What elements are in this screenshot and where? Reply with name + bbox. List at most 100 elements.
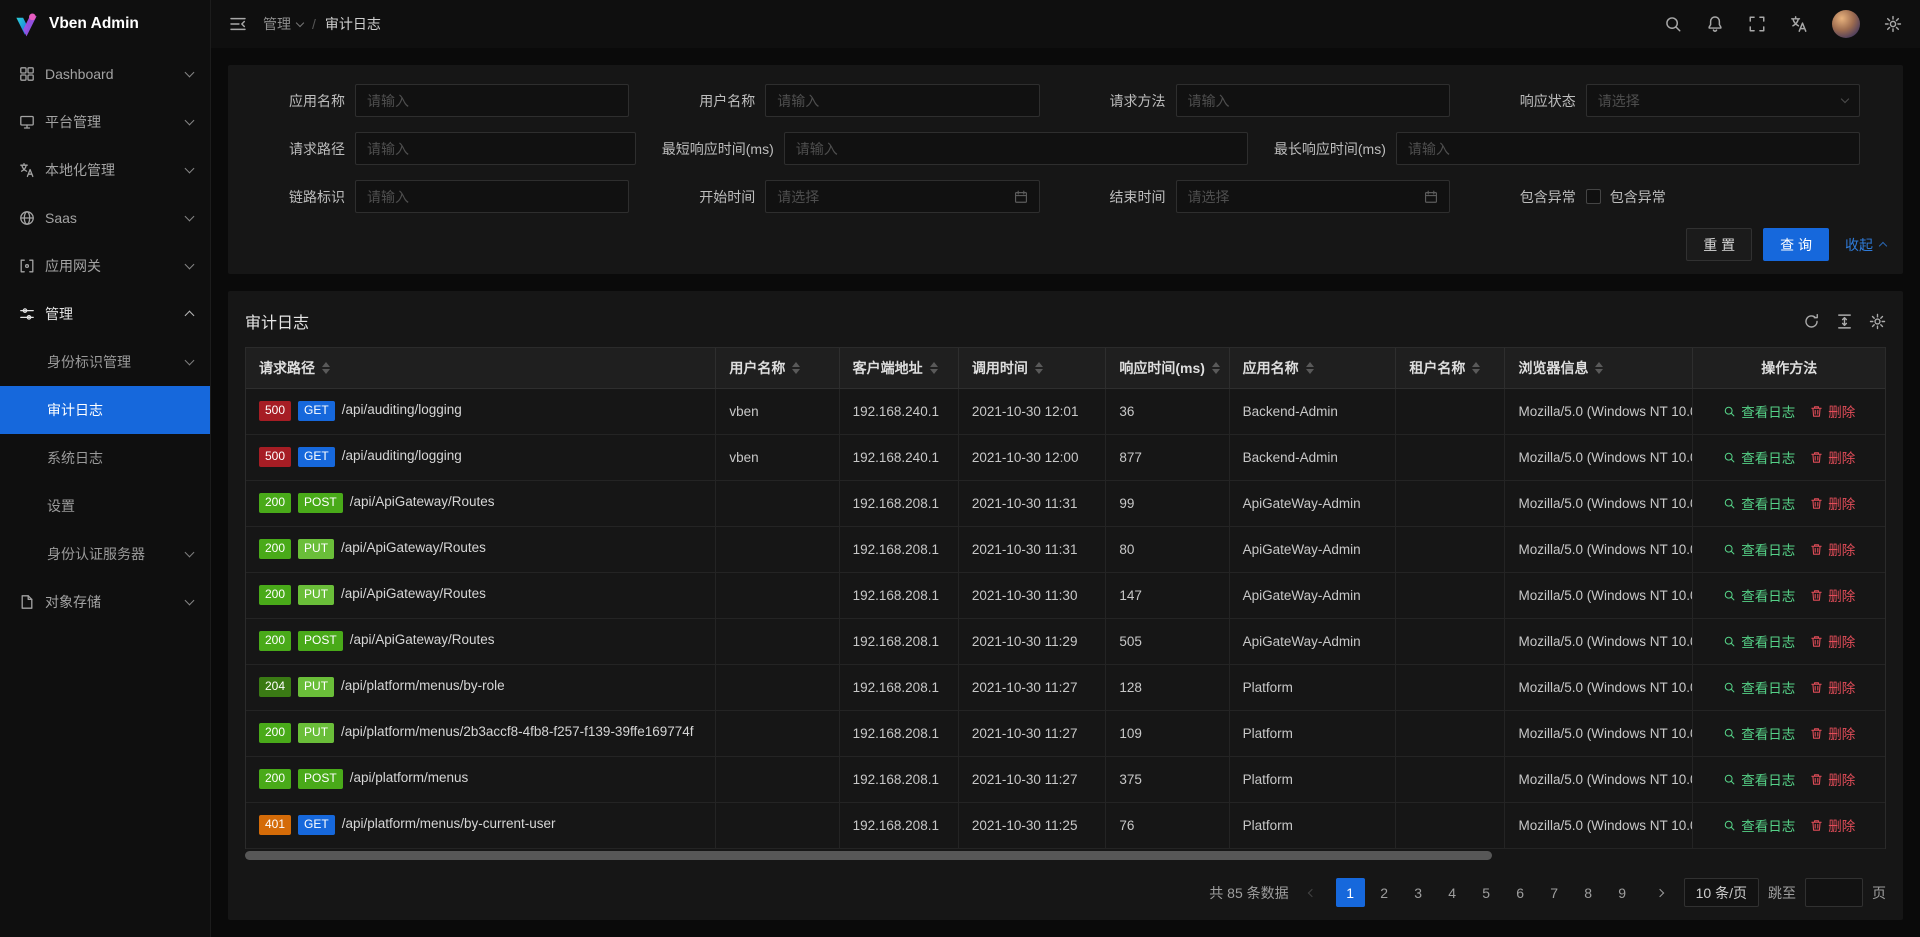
sort-icon[interactable] bbox=[1035, 362, 1043, 374]
column-header-call-time[interactable]: 调用时间 bbox=[958, 348, 1106, 388]
search-icon[interactable] bbox=[1664, 15, 1682, 33]
table-row[interactable]: 401GET/api/platform/menus/by-current-use… bbox=[246, 802, 1885, 848]
delete-button[interactable]: 删除 bbox=[1810, 493, 1855, 513]
page-button-7[interactable]: 7 bbox=[1540, 878, 1569, 907]
sidebar-subitem-identity-server[interactable]: 身份认证服务器 bbox=[0, 530, 210, 578]
app-name-input[interactable]: 请输入 bbox=[355, 84, 629, 117]
column-header-client-address[interactable]: 客户端地址 bbox=[839, 348, 958, 388]
delete-button[interactable]: 删除 bbox=[1810, 447, 1855, 467]
sidebar-item-localization-management[interactable]: 本地化管理 bbox=[0, 146, 210, 194]
view-log-button[interactable]: 查看日志 bbox=[1723, 723, 1795, 743]
include-exception-checkbox[interactable]: 包含异常 bbox=[1586, 187, 1666, 207]
view-log-label: 查看日志 bbox=[1741, 401, 1795, 421]
view-log-button[interactable]: 查看日志 bbox=[1723, 677, 1795, 697]
table-row[interactable]: 500GET/api/auditing/loggingvben192.168.2… bbox=[246, 388, 1885, 434]
sort-icon[interactable] bbox=[1472, 362, 1480, 374]
delete-button[interactable]: 删除 bbox=[1810, 631, 1855, 651]
checkbox[interactable] bbox=[1586, 189, 1601, 204]
table-row[interactable]: 200POST/api/platform/menus192.168.208.12… bbox=[246, 756, 1885, 802]
column-header-request-path[interactable]: 请求路径 bbox=[246, 348, 716, 388]
page-button-8[interactable]: 8 bbox=[1574, 878, 1603, 907]
column-header-tenant-name[interactable]: 租户名称 bbox=[1396, 348, 1505, 388]
sort-icon[interactable] bbox=[1306, 362, 1314, 374]
sidebar-item-management[interactable]: 管理 bbox=[0, 290, 210, 338]
settings-icon[interactable] bbox=[1884, 15, 1902, 33]
view-log-button[interactable]: 查看日志 bbox=[1723, 447, 1795, 467]
end-time-picker[interactable]: 请选择 bbox=[1176, 180, 1450, 213]
view-log-button[interactable]: 查看日志 bbox=[1723, 815, 1795, 835]
user-name-input[interactable]: 请输入 bbox=[765, 84, 1039, 117]
reset-button[interactable]: 重 置 bbox=[1686, 228, 1752, 261]
min-response-time-input[interactable]: 请输入 bbox=[784, 132, 1248, 165]
table-row[interactable]: 500GET/api/auditing/loggingvben192.168.2… bbox=[246, 434, 1885, 480]
column-header-browser-info[interactable]: 浏览器信息 bbox=[1505, 348, 1693, 388]
refresh-icon[interactable] bbox=[1803, 313, 1820, 330]
sidebar-subitem-identity-management[interactable]: 身份标识管理 bbox=[0, 338, 210, 386]
table-row[interactable]: 200POST/api/ApiGateway/Routes192.168.208… bbox=[246, 480, 1885, 526]
sidebar-item-object-storage[interactable]: 对象存储 bbox=[0, 578, 210, 626]
page-size-select[interactable]: 10 条/页 bbox=[1684, 878, 1759, 907]
sort-icon[interactable] bbox=[1212, 362, 1220, 374]
breadcrumb-item-management[interactable]: 管理 bbox=[263, 14, 303, 34]
column-header-user-name[interactable]: 用户名称 bbox=[716, 348, 839, 388]
start-time-picker[interactable]: 请选择 bbox=[765, 180, 1039, 213]
sidebar-subitem-audit-log[interactable]: 审计日志 bbox=[0, 386, 210, 434]
sort-icon[interactable] bbox=[930, 362, 938, 374]
avatar[interactable] bbox=[1832, 10, 1860, 38]
table-row[interactable]: 200PUT/api/ApiGateway/Routes192.168.208.… bbox=[246, 572, 1885, 618]
page-button-4[interactable]: 4 bbox=[1438, 878, 1467, 907]
fullscreen-icon[interactable] bbox=[1748, 15, 1766, 33]
table-row[interactable]: 200PUT/api/ApiGateway/Routes192.168.208.… bbox=[246, 526, 1885, 572]
row-height-icon[interactable] bbox=[1836, 313, 1853, 330]
page-button-2[interactable]: 2 bbox=[1370, 878, 1399, 907]
collapse-link[interactable]: 收起 bbox=[1845, 235, 1886, 255]
request-path-input[interactable]: 请输入 bbox=[355, 132, 636, 165]
page-button-9[interactable]: 9 bbox=[1608, 878, 1637, 907]
response-status-select[interactable]: 请选择 bbox=[1586, 84, 1860, 117]
prev-page-button[interactable] bbox=[1298, 878, 1327, 907]
delete-button[interactable]: 删除 bbox=[1810, 769, 1855, 789]
next-page-button[interactable] bbox=[1646, 878, 1675, 907]
view-log-button[interactable]: 查看日志 bbox=[1723, 539, 1795, 559]
column-header-app-name[interactable]: 应用名称 bbox=[1229, 348, 1396, 388]
table-row[interactable]: 200POST/api/ApiGateway/Routes192.168.208… bbox=[246, 618, 1885, 664]
view-log-button[interactable]: 查看日志 bbox=[1723, 401, 1795, 421]
table-row[interactable]: 204PUT/api/platform/menus/by-role192.168… bbox=[246, 664, 1885, 710]
view-log-button[interactable]: 查看日志 bbox=[1723, 769, 1795, 789]
page-button-3[interactable]: 3 bbox=[1404, 878, 1433, 907]
page-button-5[interactable]: 5 bbox=[1472, 878, 1501, 907]
sidebar-subitem-system-log[interactable]: 系统日志 bbox=[0, 434, 210, 482]
delete-button[interactable]: 删除 bbox=[1810, 677, 1855, 697]
sidebar-subitem-settings[interactable]: 设置 bbox=[0, 482, 210, 530]
delete-button[interactable]: 删除 bbox=[1810, 585, 1855, 605]
view-log-button[interactable]: 查看日志 bbox=[1723, 493, 1795, 513]
request-method-input[interactable]: 请输入 bbox=[1176, 84, 1450, 117]
delete-button[interactable]: 删除 bbox=[1810, 401, 1855, 421]
page-button-1[interactable]: 1 bbox=[1336, 878, 1365, 907]
jump-page-input[interactable] bbox=[1805, 878, 1863, 907]
max-response-time-input[interactable]: 请输入 bbox=[1396, 132, 1860, 165]
logo[interactable]: Vben Admin bbox=[0, 0, 210, 48]
column-settings-icon[interactable] bbox=[1869, 313, 1886, 330]
page-button-6[interactable]: 6 bbox=[1506, 878, 1535, 907]
menu-fold-icon[interactable] bbox=[229, 15, 247, 33]
sidebar-item-saas[interactable]: Saas bbox=[0, 194, 210, 242]
table-row[interactable]: 200PUT/api/platform/menus/2b3accf8-4fb8-… bbox=[246, 710, 1885, 756]
sort-icon[interactable] bbox=[1595, 362, 1603, 374]
column-header-response-time[interactable]: 响应时间(ms) bbox=[1106, 348, 1229, 388]
sort-icon[interactable] bbox=[792, 362, 800, 374]
sidebar-item-dashboard[interactable]: Dashboard bbox=[0, 50, 210, 98]
scrollbar-thumb[interactable] bbox=[245, 851, 1492, 860]
delete-button[interactable]: 删除 bbox=[1810, 815, 1855, 835]
view-log-button[interactable]: 查看日志 bbox=[1723, 585, 1795, 605]
search-button[interactable]: 查 询 bbox=[1763, 228, 1829, 261]
delete-button[interactable]: 删除 bbox=[1810, 539, 1855, 559]
delete-button[interactable]: 删除 bbox=[1810, 723, 1855, 743]
trace-id-input[interactable]: 请输入 bbox=[355, 180, 629, 213]
sort-icon[interactable] bbox=[322, 362, 330, 374]
bell-icon[interactable] bbox=[1706, 15, 1724, 33]
translate-icon[interactable] bbox=[1790, 15, 1808, 33]
sidebar-item-app-gateway[interactable]: 应用网关 bbox=[0, 242, 210, 290]
view-log-button[interactable]: 查看日志 bbox=[1723, 631, 1795, 651]
sidebar-item-platform-management[interactable]: 平台管理 bbox=[0, 98, 210, 146]
